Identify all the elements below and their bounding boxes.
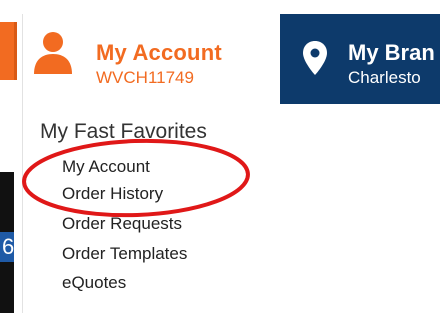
left-orange-button[interactable]	[0, 22, 17, 80]
account-id: WVCH11749	[96, 68, 194, 87]
left-blue-chip: 6	[0, 232, 14, 262]
favorite-link-order-templates[interactable]: Order Templates	[62, 244, 187, 264]
map-pin-icon	[303, 41, 327, 75]
person-icon	[34, 32, 72, 74]
left-chip-text: 6	[2, 234, 15, 259]
branch-location: Charlesto	[348, 68, 421, 87]
account-title[interactable]: My Account	[96, 40, 222, 66]
favorite-link-my-account[interactable]: My Account	[62, 157, 150, 177]
branch-title[interactable]: My Bran	[348, 40, 435, 66]
favorite-link-order-history[interactable]: Order History	[62, 184, 163, 204]
favorite-link-equotes[interactable]: eQuotes	[62, 273, 126, 293]
top-bar	[0, 0, 440, 14]
favorite-link-order-requests[interactable]: Order Requests	[62, 214, 182, 234]
favorites-heading: My Fast Favorites	[40, 120, 207, 143]
